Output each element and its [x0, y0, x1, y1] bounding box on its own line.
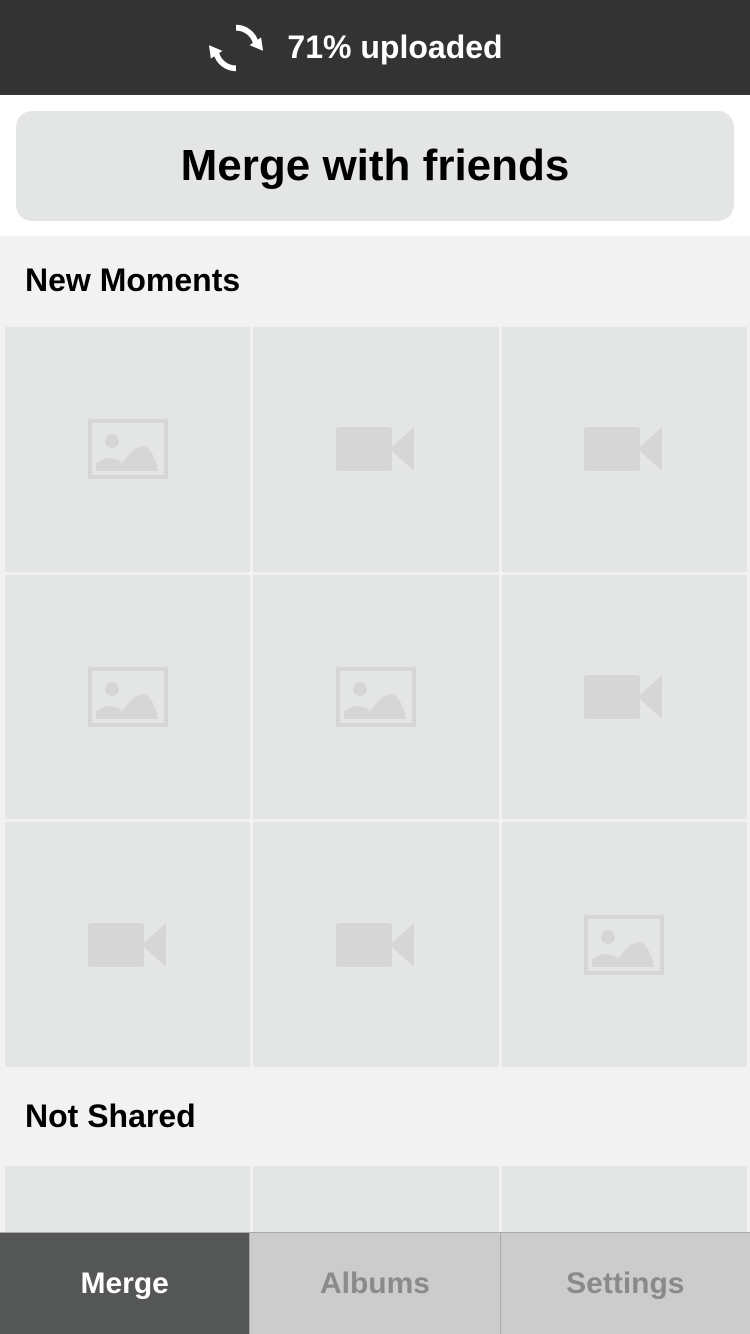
upload-status-bar: 71% uploaded — [0, 0, 750, 95]
media-tile[interactable] — [253, 1166, 499, 1232]
media-tile[interactable] — [501, 1166, 747, 1232]
merge-button-area: Merge with friends — [0, 95, 750, 236]
section-header-not-shared: Not Shared — [0, 1070, 750, 1163]
not-shared-grid — [0, 1163, 750, 1232]
tab-merge[interactable]: Merge — [0, 1233, 250, 1334]
sync-icon — [209, 24, 264, 71]
video-camera-icon — [87, 921, 168, 969]
bottom-tab-bar: Merge Albums Settings — [0, 1232, 750, 1334]
media-tile[interactable] — [501, 574, 747, 820]
video-camera-icon — [584, 673, 664, 721]
media-tile[interactable] — [253, 327, 499, 572]
media-tile[interactable] — [501, 822, 747, 1067]
upload-status-text: 71% uploaded — [287, 29, 503, 65]
video-camera-icon — [584, 425, 664, 473]
media-tile[interactable] — [5, 327, 251, 572]
tab-albums[interactable]: Albums — [249, 1233, 500, 1334]
media-tile[interactable] — [5, 574, 251, 820]
media-tile[interactable] — [5, 822, 251, 1067]
image-placeholder-icon — [87, 666, 168, 727]
tab-settings[interactable]: Settings — [499, 1233, 750, 1334]
new-moments-grid — [0, 324, 750, 1070]
image-placeholder-icon — [87, 419, 168, 480]
media-tile[interactable] — [253, 574, 499, 820]
image-placeholder-icon — [584, 914, 665, 975]
upload-status: 71% uploaded — [207, 19, 503, 77]
video-camera-icon — [335, 425, 416, 473]
section-header-new-moments: New Moments — [0, 236, 750, 324]
video-camera-icon — [335, 921, 416, 969]
merge-with-friends-button[interactable]: Merge with friends — [16, 111, 734, 221]
media-tile[interactable] — [253, 822, 499, 1067]
media-tile[interactable] — [5, 1166, 251, 1232]
media-tile[interactable] — [501, 327, 747, 572]
image-placeholder-icon — [335, 666, 416, 727]
